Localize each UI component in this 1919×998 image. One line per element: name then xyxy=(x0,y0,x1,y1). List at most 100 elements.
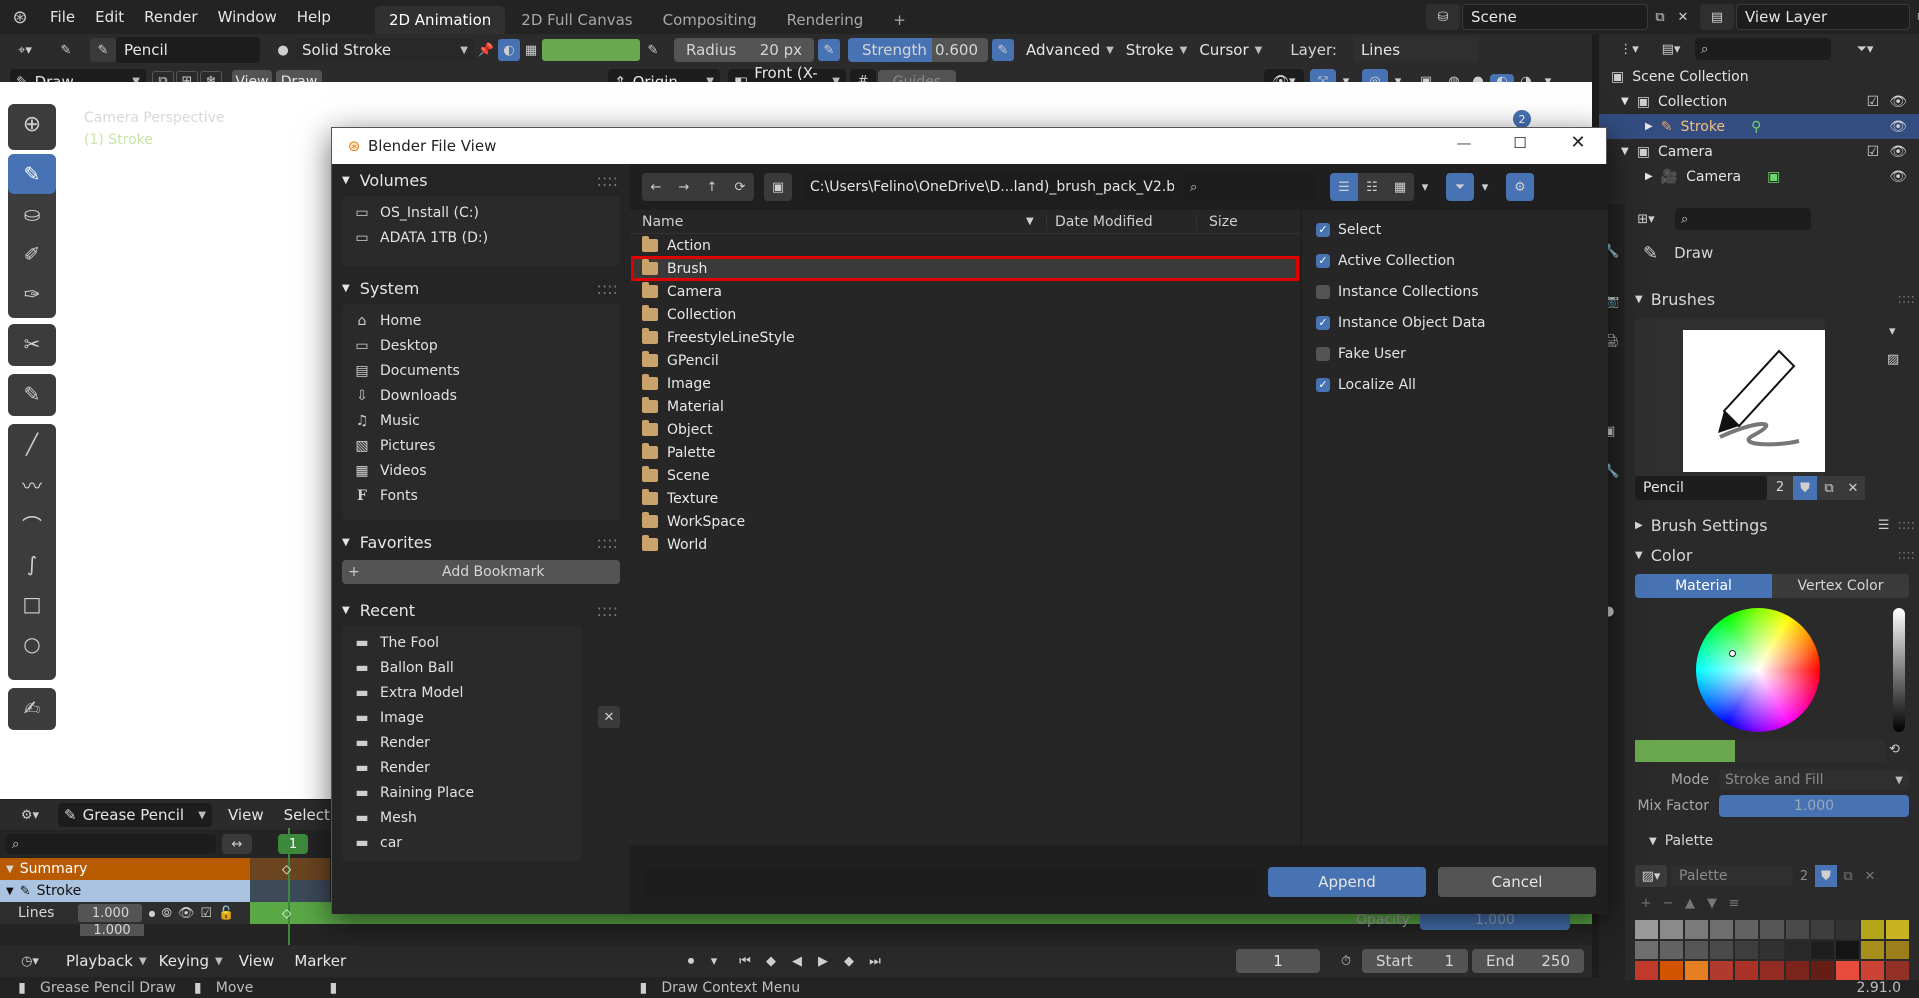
timeline-marker-menu[interactable]: Marker xyxy=(284,952,356,970)
path-field[interactable]: C:\Users\Felino\OneDrive\D...land)_brush… xyxy=(802,173,1174,201)
lines-opacity-field[interactable]: 1.000 xyxy=(78,904,143,922)
recent-item[interactable]: ▬ Mesh xyxy=(342,805,582,830)
vertex-color-icon[interactable]: ▦ xyxy=(520,43,542,58)
dialog-title-bar[interactable]: ⊛ Blender File View — ☐ ✕ xyxy=(332,128,1606,164)
radius-pressure-icon[interactable]: ✎ xyxy=(818,39,840,61)
system-item-downloads[interactable]: ⇩ Downloads xyxy=(342,383,620,408)
file-row-image[interactable]: Image xyxy=(630,372,1300,395)
file-row-brush[interactable]: Brush xyxy=(631,256,1299,281)
swap-icon[interactable]: ↔ xyxy=(222,834,252,854)
camera-coll-checkbox-icon[interactable]: ☑ xyxy=(1867,144,1880,160)
option-select[interactable]: ✓ Select xyxy=(1316,214,1608,245)
system-item-music[interactable]: ♫ Music xyxy=(342,408,620,433)
cancel-button[interactable]: Cancel xyxy=(1438,867,1596,897)
name-column-header[interactable]: Name xyxy=(630,214,1026,230)
pencil-brush-icon[interactable]: ✎ xyxy=(50,43,82,58)
end-frame-field[interactable]: End 250 xyxy=(1472,949,1584,973)
stopwatch-icon[interactable]: ⏱ xyxy=(1334,954,1358,969)
display-mode-icon[interactable]: ▤▾ xyxy=(1653,42,1689,57)
playback-dropdown[interactable]: Playback ▼ xyxy=(60,952,153,970)
size-column-header[interactable]: Size xyxy=(1196,213,1238,230)
lines-row[interactable]: Lines 1.000 ● ⦾ 👁 ☑ 🔓 xyxy=(0,902,250,924)
camera-coll-eye-icon[interactable]: 👁 xyxy=(1889,144,1907,160)
collection-expand-icon[interactable]: ▼ xyxy=(1621,96,1629,107)
radius-field[interactable]: Radius 20 px xyxy=(674,38,814,62)
palette-unlink-icon[interactable]: ✕ xyxy=(1859,869,1881,884)
filter-toggle-icon[interactable]: ⏷ xyxy=(1446,173,1474,201)
vertex-color-tab[interactable]: Vertex Color xyxy=(1772,574,1909,598)
recent-item[interactable]: ▬ Raining Place xyxy=(342,780,582,805)
menu-file[interactable]: File xyxy=(40,8,85,26)
delete-scene-icon[interactable]: ✕ xyxy=(1672,10,1694,25)
stroke-data-icon[interactable]: ⚲ xyxy=(1751,119,1761,135)
jump-start-icon[interactable]: ⏮ xyxy=(732,954,758,969)
tab-2d-animation[interactable]: 2D Animation xyxy=(374,6,506,34)
curve-tool[interactable]: ∫ xyxy=(8,544,56,584)
view-layer-field[interactable]: View Layer xyxy=(1736,4,1910,30)
file-row-workspace[interactable]: WorkSpace xyxy=(630,510,1300,533)
palette-sort-icon[interactable]: ≡ xyxy=(1723,896,1745,911)
system-item-documents[interactable]: ▤ Documents xyxy=(342,358,620,383)
option-instance-object-data[interactable]: ✓ Instance Object Data xyxy=(1316,307,1608,338)
recent-item[interactable]: ▬ car xyxy=(342,830,582,855)
eyedropper-icon[interactable]: ✎ xyxy=(640,43,666,58)
fill-tool[interactable]: ⛀ xyxy=(8,194,56,234)
stroke-expand-icon[interactable]: ▼ xyxy=(6,886,14,897)
material-mode-tab[interactable]: Material xyxy=(1635,574,1772,598)
date-column-header[interactable]: Date Modified xyxy=(1046,213,1196,230)
lines-eye-icon[interactable]: 👁 xyxy=(178,906,195,921)
favorites-panel-header[interactable]: ▼ Favorites:::: xyxy=(332,526,630,558)
brush-users-count[interactable]: 2 xyxy=(1767,476,1793,500)
camera-object-row[interactable]: ▶ 🎥 Camera ▣ 👁 xyxy=(1599,164,1919,189)
annotate-tool[interactable]: ✍ xyxy=(8,688,56,728)
next-keyframe-icon[interactable]: ◆ xyxy=(836,954,862,969)
stroke-dropdown[interactable]: Stroke ▼ xyxy=(1120,41,1194,59)
current-frame-marker[interactable]: 1 xyxy=(278,834,308,854)
props-editor-icon[interactable]: ⊞▾ xyxy=(1631,212,1661,227)
option-fake-user[interactable]: Fake User xyxy=(1316,338,1608,369)
dopesheet-select-menu[interactable]: Select xyxy=(274,806,340,824)
file-row-palette[interactable]: Palette xyxy=(630,441,1300,464)
scene-icon[interactable]: ⛁ xyxy=(1426,4,1460,30)
append-button[interactable]: Append xyxy=(1268,867,1426,897)
dopesheet-mode-dropdown[interactable]: ✎ Grease Pencil ▼ xyxy=(58,803,212,827)
file-row-texture[interactable]: Texture xyxy=(630,487,1300,510)
current-frame-field[interactable]: 1 xyxy=(1236,949,1320,973)
recent-item[interactable]: ▬ Extra Model xyxy=(342,680,582,705)
option-localize-all[interactable]: ✓ Localize All xyxy=(1316,369,1608,400)
lines-check-icon[interactable]: ☑ xyxy=(200,906,212,921)
scene-field[interactable]: Scene xyxy=(1462,4,1648,30)
close-icon[interactable]: ✕ xyxy=(1566,132,1590,153)
dopesheet-view-menu[interactable]: View xyxy=(218,806,274,824)
palette-datablock-field[interactable]: Palette xyxy=(1671,865,1793,887)
clear-recent-icon[interactable]: ✕ xyxy=(598,706,620,728)
brush-settings-list-icon[interactable]: ☰ xyxy=(1878,518,1890,533)
stroke-row[interactable]: ▼ ✎ Stroke xyxy=(0,880,250,902)
play-icon[interactable]: ▶ xyxy=(810,954,836,969)
brush-preview-icon[interactable]: ✎ xyxy=(90,38,116,62)
box-tool[interactable]: □ xyxy=(8,584,56,624)
display-settings-dropdown-icon[interactable]: ▾ xyxy=(1414,180,1436,195)
circle-tool[interactable]: ○ xyxy=(8,624,56,664)
record-icon[interactable]: ⏺ xyxy=(676,954,706,969)
camera-coll-expand-icon[interactable]: ▼ xyxy=(1621,146,1629,157)
menu-render[interactable]: Render xyxy=(134,8,207,26)
camera-expand-icon[interactable]: ▶ xyxy=(1645,171,1653,182)
props-search-input[interactable]: ⌕ xyxy=(1675,208,1811,230)
recent-item[interactable]: ▬ Image xyxy=(342,705,582,730)
jump-end-icon[interactable]: ⏭ xyxy=(862,954,888,969)
lines-keyframe-icon[interactable]: ◇ xyxy=(282,906,291,920)
timeline-view-menu[interactable]: View xyxy=(229,952,285,970)
fills-opacity-field[interactable]: 1.000 xyxy=(80,924,144,936)
outliner-search-input[interactable]: ⌕ xyxy=(1695,38,1831,60)
material-dropdown[interactable]: Solid Stroke ▼ xyxy=(296,38,474,62)
file-search-input[interactable]: ⌕ xyxy=(1184,173,1318,201)
add-workspace-button[interactable]: + xyxy=(879,6,920,34)
brush-duplicate-icon[interactable]: ⧉ xyxy=(1817,476,1841,500)
dopesheet-editor-icon[interactable]: ⚙▾ xyxy=(10,808,50,823)
new-view-layer-icon[interactable]: ⧉ xyxy=(1910,10,1919,25)
palette-duplicate-icon[interactable]: ⧉ xyxy=(1837,869,1859,884)
eyedropper-tool[interactable]: ✎ xyxy=(8,374,56,414)
collection-checkbox-icon[interactable]: ☑ xyxy=(1867,94,1880,110)
palette-icon[interactable]: ▨▾ xyxy=(1635,865,1667,887)
